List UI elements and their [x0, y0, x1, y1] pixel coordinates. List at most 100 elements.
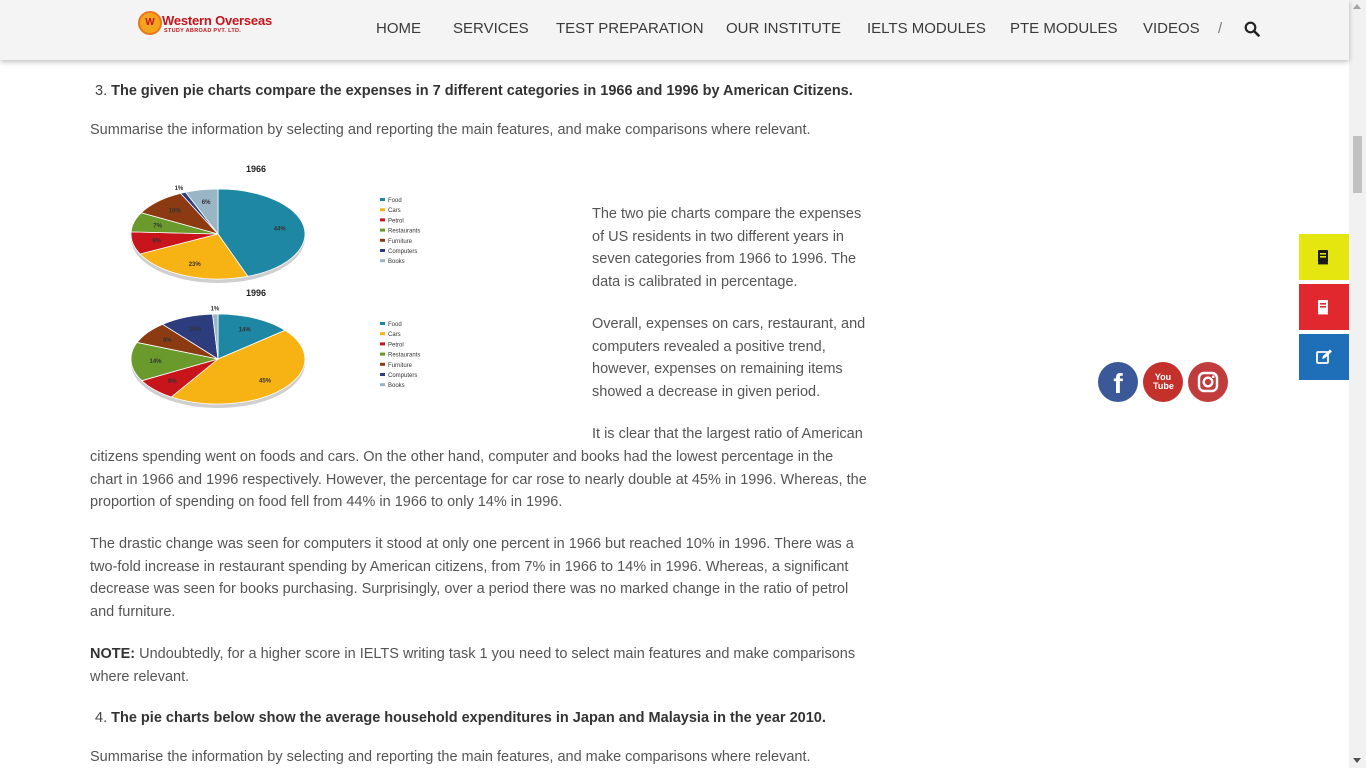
pie-title: 1996	[246, 288, 266, 298]
book-icon	[1318, 250, 1328, 265]
essay-body2-line: The drastic change was seen for computer…	[90, 536, 854, 552]
nav-home[interactable]: HOME	[376, 20, 421, 37]
legend-swatch	[380, 373, 385, 376]
facebook-glyph: f	[1113, 368, 1123, 399]
legend-label: Cars	[388, 208, 401, 214]
legend-label: Food	[388, 198, 402, 204]
site-header: W Western Overseas STUDY ABROAD PVT. LTD…	[0, 0, 1349, 60]
youtube-icon[interactable]: You Tube	[1143, 362, 1183, 402]
legend-swatch	[380, 208, 385, 212]
essay-overview-line: computers revealed a positive trend,	[592, 338, 826, 355]
book-open-icon	[1318, 300, 1328, 315]
legend-swatch	[380, 238, 385, 242]
essay-intro-line: The two pie charts compare the expenses	[592, 206, 862, 222]
side-edit-button[interactable]	[1299, 334, 1349, 380]
pie-label: 44%	[274, 226, 287, 232]
scroll-down-icon[interactable]	[1353, 758, 1361, 763]
pie-label: 1%	[175, 186, 184, 192]
essay-intro: The two pie charts compare the expenses …	[592, 203, 882, 294]
search-icon[interactable]	[1244, 21, 1260, 37]
legend-swatch	[380, 218, 385, 222]
pie-label: 8%	[152, 239, 161, 245]
essay-note-line-2: where relevant.	[90, 668, 190, 685]
legend-label: Books	[388, 259, 405, 265]
legend-label: Cars	[388, 332, 401, 338]
essay-body1-line: citizens spending went on foods and cars…	[90, 449, 834, 465]
legend-swatch	[380, 249, 385, 252]
facebook-icon[interactable]: f	[1098, 362, 1138, 402]
legend-label: Furniture	[388, 239, 413, 245]
legend-swatch	[380, 322, 385, 325]
essay-note-line: NOTE: Undoubtedly, for a higher score in…	[90, 643, 880, 666]
pie-chart-1966: 44% 23% 8% 7% 10% 1% 6% 1966 Food Cars Petrol Resta…	[130, 164, 420, 283]
nav-videos[interactable]: VIDEOS	[1143, 20, 1200, 37]
question-4-number: 4.	[95, 710, 108, 726]
essay-body1-line: chart in 1966 and 1996 respectively. How…	[90, 471, 867, 488]
brand-name: Western Overseas	[162, 13, 273, 28]
nav-test-preparation[interactable]: TEST PREPARATION	[556, 20, 704, 37]
nav-separator: /	[1218, 20, 1223, 37]
pie-label: 14%	[149, 359, 162, 365]
legend-swatch	[380, 228, 385, 232]
brand-logo[interactable]: W Western Overseas STUDY ABROAD PVT. LTD…	[138, 11, 272, 39]
essay-note: NOTE: Undoubtedly, for a higher score in…	[90, 643, 880, 688]
note-label: NOTE:	[90, 646, 136, 662]
essay-overview-line: showed a decrease in given period.	[592, 384, 821, 401]
note-text: Undoubtedly, for a higher score in IELTS…	[135, 646, 856, 662]
essay-body1-first-line: It is clear that the largest ratio of Am…	[592, 426, 863, 442]
pie-label: 23%	[189, 262, 202, 268]
legend-swatch	[380, 362, 385, 366]
legend-label: Books	[388, 383, 405, 389]
legend-label: Petrol	[388, 342, 404, 348]
legend-label: Furniture	[388, 363, 413, 369]
pie-label: 8%	[163, 338, 172, 344]
legend-swatch	[380, 352, 385, 356]
nav-ielts-modules[interactable]: IELTS MODULES	[867, 20, 986, 37]
page-scrollbar[interactable]	[1349, 0, 1366, 768]
essay-body1-line: proportion of spending on food fell from…	[90, 494, 563, 511]
pie-title: 1966	[246, 164, 266, 174]
legend-label: Computers	[388, 249, 417, 255]
pie-label: 7%	[153, 223, 162, 229]
question-4-instruction: Summarise the information by selecting a…	[90, 749, 811, 765]
pie-label: 6%	[202, 200, 211, 206]
side-book-open-button[interactable]	[1299, 284, 1349, 330]
question-4-text: The pie charts below show the average ho…	[111, 710, 826, 726]
essay-intro-line: seven categories from 1966 to 1996. The	[592, 251, 857, 268]
essay-body2: The drastic change was seen for computer…	[90, 533, 880, 624]
legend-swatch	[380, 332, 385, 336]
pie-chart-1996: 14% 45% 8% 14% 8% 10% 1% 1996 Food Cars Petrol Rest…	[130, 288, 420, 408]
brand-tagline: STUDY ABROAD PVT. LTD.	[164, 28, 242, 34]
legend-label: Food	[388, 322, 402, 328]
instagram-icon[interactable]	[1188, 362, 1228, 402]
question-4-title: 4. The pie charts below show the average…	[95, 710, 826, 726]
essay-body2-line: two-fold increase in restaurant spending…	[90, 558, 849, 575]
nav-our-institute[interactable]: OUR INSTITUTE	[726, 20, 841, 37]
essay-overview: Overall, expenses on cars, restaurant, a…	[592, 313, 882, 404]
question-3-text: The given pie charts compare the expense…	[111, 83, 853, 99]
essay-intro-line: of US residents in two different years i…	[592, 228, 844, 245]
legend-swatch	[380, 198, 385, 201]
essay-overview-line: Overall, expenses on cars, restaurant, a…	[592, 316, 866, 332]
pie-label: 10%	[169, 209, 182, 215]
scroll-up-icon[interactable]	[1353, 4, 1361, 9]
pie-label: 10%	[189, 327, 202, 333]
question-3-title: 3. The given pie charts compare the expe…	[95, 83, 853, 99]
logo-mark-icon: W	[138, 11, 162, 35]
edit-icon	[1316, 349, 1332, 364]
essay-body2-line: and furniture.	[90, 604, 176, 621]
legend-label: Restaurants	[388, 353, 420, 359]
legend-label: Petrol	[388, 218, 404, 224]
legend-label: Restaurants	[388, 229, 420, 235]
legend-label: Computers	[388, 373, 417, 379]
side-book-button[interactable]	[1299, 234, 1349, 280]
pie-label: 1%	[211, 307, 220, 313]
essay-intro-line: data is calibrated in percentage.	[592, 274, 798, 291]
instagram-glyph-icon	[1197, 371, 1219, 393]
question-3-number: 3.	[95, 83, 108, 99]
scrollbar-thumb[interactable]	[1353, 136, 1362, 193]
nav-pte-modules[interactable]: PTE MODULES	[1010, 20, 1118, 37]
essay-body2-line: decrease was seen for books purchasing. …	[90, 581, 849, 598]
essay-overview-line: however, expenses on remaining items	[592, 361, 843, 378]
nav-services[interactable]: SERVICES	[453, 20, 529, 37]
